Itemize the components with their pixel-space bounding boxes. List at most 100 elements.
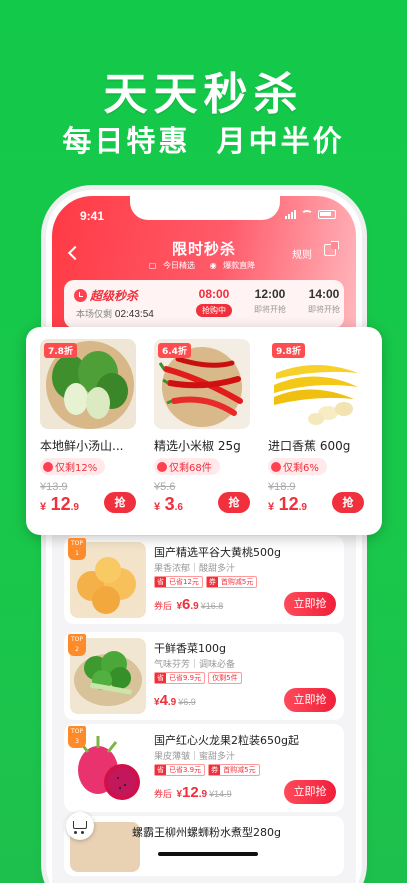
- session-status: 即将开抢: [254, 305, 286, 314]
- grab-button[interactable]: 抢: [104, 491, 136, 513]
- fire-icon: [43, 461, 53, 472]
- app-screen: 9:41 限时秒杀 ▢ 今日精选 ◉ 爆款直降 规则 超级秒杀 本场仅剩 02:…: [52, 196, 356, 883]
- deal-item[interactable]: 9.8折 进口香蕉 600g 仅剩6% ¥18.9 ¥ 12.9 抢: [268, 339, 364, 515]
- price-int: 12: [50, 493, 71, 514]
- coupon-value: 首购减5元: [220, 578, 254, 586]
- session-0800[interactable]: 08:00 抢购中: [190, 287, 238, 317]
- coupon-tag: 省已省3.9元: [154, 764, 206, 776]
- price-int: 12: [278, 493, 299, 514]
- top-badge: TOP 3: [68, 726, 86, 748]
- badge-text: TOP: [70, 728, 83, 735]
- session-time: 12:00: [254, 287, 286, 301]
- price-dec: .6: [174, 501, 183, 513]
- product-desc: 气味芬芳｜调味必备: [154, 660, 236, 670]
- stock-tag: 仅剩6%: [268, 458, 327, 475]
- top-badge: TOP 2: [68, 634, 86, 656]
- price-dec: .9: [190, 601, 199, 612]
- rules-link[interactable]: 规则: [292, 246, 312, 261]
- coupon-value: 已省12元: [169, 578, 199, 586]
- share-icon[interactable]: [324, 241, 339, 256]
- chili-image: 6.4折: [154, 339, 250, 429]
- price-dec: .9: [298, 501, 307, 513]
- grab-button[interactable]: 抢: [218, 491, 250, 513]
- deal-item[interactable]: 6.4折 精选小米椒 25g 仅剩68件 ¥5.6 ¥ 3.6 抢: [154, 339, 250, 515]
- flash-deal-card: 7.8折 本地鲜小汤山... 仅剩12% ¥13.9 ¥ 12.9 抢 6.4折…: [26, 327, 382, 535]
- badge-num: 1: [75, 550, 79, 557]
- deal-name: 精选小米椒 25g: [154, 439, 241, 453]
- deal-name: 本地鲜小汤山...: [40, 439, 124, 453]
- list-item[interactable]: TOP 1 国产精选平谷大黄桃500g 果香浓郁｜酸甜多汁 省已省12元 券首购减…: [64, 536, 344, 624]
- hero-title: 天天秒杀: [103, 69, 304, 120]
- countdown: 本场仅剩 02:43:54: [76, 307, 154, 320]
- countdown-timer: 02:43:54: [114, 309, 154, 320]
- coupon-tags: 省已省3.9元 券首购减5元: [154, 764, 260, 776]
- original-price: ¥18.9: [268, 480, 296, 493]
- original-price: ¥14.9: [209, 789, 232, 799]
- original-price: ¥5.6: [154, 480, 176, 493]
- coupon-key: 省: [155, 673, 166, 683]
- fire-icon: [157, 461, 167, 472]
- session-status: 抢购中: [196, 304, 232, 317]
- product-title: 干鲜香菜100g: [154, 642, 226, 655]
- status-time: 9:41: [80, 209, 105, 223]
- session-time: 14:00: [308, 287, 340, 301]
- signal-icon: [285, 210, 296, 219]
- coupon-tag: 省已省9.9元: [154, 672, 206, 684]
- discount-badge: 6.4折: [158, 343, 191, 358]
- discount-badge: 7.8折: [44, 343, 77, 358]
- badge-text: TOP: [70, 636, 83, 643]
- super-kill-label: 超级秒杀: [90, 289, 139, 303]
- stock-text: 仅剩12%: [55, 463, 98, 474]
- session-time: 08:00: [198, 287, 230, 301]
- wifi-icon: [301, 210, 313, 219]
- coupon-tag: 券首购减5元: [205, 576, 258, 588]
- coupon-value: 已省9.9元: [169, 674, 202, 682]
- buy-now-button[interactable]: 立即抢: [284, 688, 336, 712]
- price-int: 4: [159, 692, 168, 709]
- stock-tag: 仅剩68件: [154, 458, 220, 475]
- currency: ¥: [154, 500, 161, 513]
- currency: ¥: [268, 500, 275, 513]
- original-price: ¥6.9: [178, 697, 196, 707]
- stock-tag: 仅剩12%: [40, 458, 106, 475]
- stock-text: 仅剩6%: [283, 463, 319, 474]
- tag-hot: ◉ 爆款直降: [209, 261, 256, 270]
- price-int: 12: [182, 784, 199, 801]
- coupon-key: 券: [206, 577, 218, 587]
- super-kill-logo: 超级秒杀: [74, 287, 138, 304]
- price-int: 3: [164, 493, 175, 514]
- phone-mockup: 9:41 限时秒杀 ▢ 今日精选 ◉ 爆款直降 规则 超级秒杀 本场仅剩 02:…: [46, 190, 362, 883]
- coupon-value: 已省3.9元: [169, 766, 202, 774]
- buy-now-button[interactable]: 立即抢: [284, 780, 336, 804]
- coupon-tag: 仅剩5件: [208, 672, 242, 684]
- coupon-key: 省: [155, 765, 166, 775]
- tag-today-label: 今日精选: [163, 261, 196, 270]
- top-badge: TOP 1: [68, 538, 86, 560]
- price: 券后 ¥6.9 ¥16.8: [154, 596, 223, 614]
- currency: ¥: [40, 500, 47, 513]
- home-indicator: [158, 852, 258, 856]
- coupon-tag: 券首购减5元: [208, 764, 260, 776]
- session-1200[interactable]: 12:00 即将开抢: [246, 287, 294, 315]
- banana-image: 9.8折: [268, 339, 364, 429]
- deal-item[interactable]: 7.8折 本地鲜小汤山... 仅剩12% ¥13.9 ¥ 12.9 抢: [40, 339, 136, 515]
- list-item[interactable]: TOP 3 国产红心火龙果2粒装650g起 果皮薄皱｜蜜甜多汁 省已省3.9元 券…: [64, 724, 344, 812]
- session-status: 即将开抢: [308, 305, 340, 314]
- alarm-clock-icon: [74, 289, 87, 302]
- nav-tags: ▢ 今日精选 ◉ 爆款直降: [52, 260, 356, 271]
- product-title: 螺霸王柳州螺蛳粉水煮型280g: [132, 826, 281, 839]
- countdown-label: 本场仅剩: [76, 310, 113, 320]
- coupon-tag: 省已省12元: [154, 576, 203, 588]
- status-icons: [285, 210, 336, 219]
- price-dec: .9: [198, 789, 208, 800]
- session-1400[interactable]: 14:00 即将开抢: [300, 287, 348, 315]
- list-item[interactable]: TOP 2 干鲜香菜100g 气味芬芳｜调味必备 省已省9.9元 仅剩5件 ¥4.…: [64, 632, 344, 720]
- buy-now-button[interactable]: 立即抢: [284, 592, 336, 616]
- price-dec: .9: [167, 697, 177, 708]
- discount-badge: 9.8折: [272, 343, 305, 358]
- fire-icon: [271, 461, 281, 472]
- cart-icon[interactable]: [66, 812, 94, 840]
- grab-button[interactable]: 抢: [332, 491, 364, 513]
- coupon-value: 首购减5元: [223, 766, 256, 774]
- coupon-tags: 省已省9.9元 仅剩5件: [154, 672, 242, 684]
